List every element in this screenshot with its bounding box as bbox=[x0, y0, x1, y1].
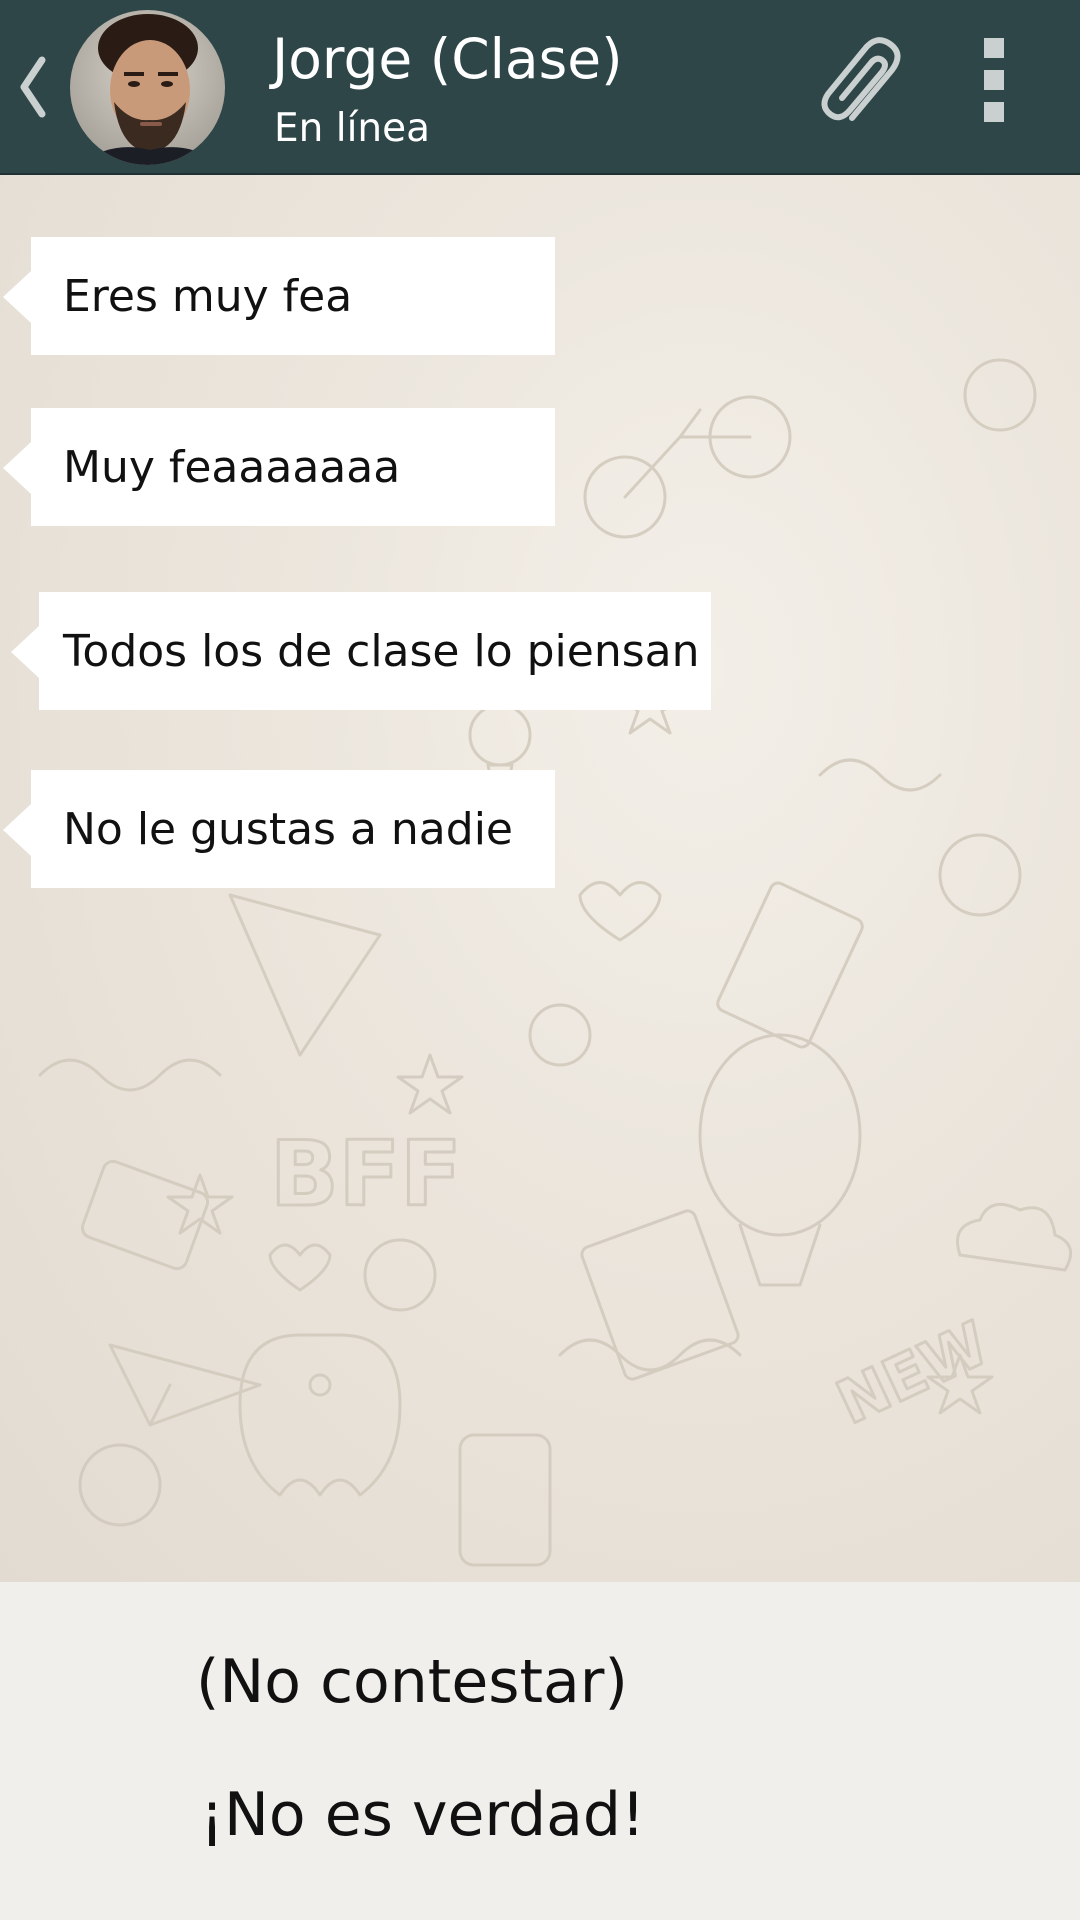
message-text: Muy feaaaaaaa bbox=[63, 441, 401, 493]
message-text: Eres muy fea bbox=[63, 270, 353, 322]
reply-option-not-true[interactable]: ¡No es verdad! bbox=[200, 1779, 645, 1851]
chevron-left-icon[interactable] bbox=[18, 56, 48, 118]
reply-options-panel: (No contestar) ¡No es verdad! bbox=[0, 1582, 1080, 1920]
chat-screen: Jorge (Clase) En línea BFF NEW Eres muy … bbox=[0, 0, 1080, 1920]
chat-header: Jorge (Clase) En línea bbox=[0, 0, 1080, 175]
message-bubble[interactable]: Muy feaaaaaaa bbox=[3, 408, 555, 526]
message-text: No le gustas a nadie bbox=[63, 803, 513, 855]
avatar[interactable] bbox=[70, 10, 225, 165]
contact-status: En línea bbox=[274, 106, 431, 151]
message-bubble[interactable]: No le gustas a nadie bbox=[3, 770, 555, 888]
vertical-dots-icon[interactable] bbox=[978, 34, 1010, 126]
message-bubble[interactable]: Todos los de clase lo piensan bbox=[11, 592, 711, 710]
contact-name[interactable]: Jorge (Clase) bbox=[272, 26, 623, 92]
svg-text:NEW: NEW bbox=[827, 1309, 999, 1439]
reply-option-no-answer[interactable]: (No contestar) bbox=[196, 1646, 628, 1718]
svg-text:BFF: BFF bbox=[270, 1122, 462, 1227]
paperclip-icon[interactable] bbox=[812, 30, 912, 130]
chat-area[interactable]: BFF NEW Eres muy fea Muy feaaaaaaa Todos… bbox=[0, 175, 1080, 1582]
message-bubble[interactable]: Eres muy fea bbox=[3, 237, 555, 355]
avatar-photo bbox=[70, 10, 225, 165]
message-text: Todos los de clase lo piensan bbox=[63, 625, 700, 677]
